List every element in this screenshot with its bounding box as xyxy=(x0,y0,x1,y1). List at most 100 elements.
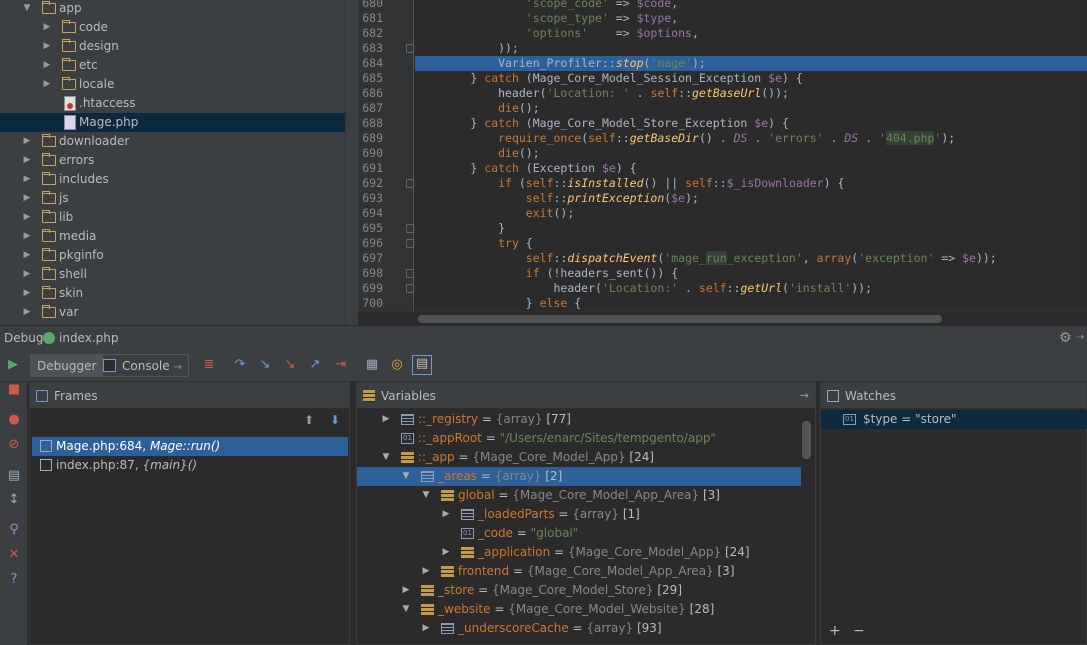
stop-icon[interactable]: ■ xyxy=(6,382,22,398)
code-line[interactable]: header('Location: ' . self::getBaseUrl()… xyxy=(415,86,1087,101)
fold-marker-icon[interactable] xyxy=(406,239,414,248)
collapsed-arrow-icon[interactable]: ▶ xyxy=(22,132,32,151)
collapsed-arrow-icon[interactable]: ▶ xyxy=(441,543,451,562)
collapsed-arrow-icon[interactable]: ▶ xyxy=(401,581,411,600)
code-editor[interactable]: 'scope_code' => $code, 'scope_type' => $… xyxy=(415,0,1087,311)
tree-item[interactable]: ▶ shell xyxy=(0,265,345,284)
close-icon[interactable]: ✕ xyxy=(6,547,22,563)
code-line[interactable]: )); xyxy=(415,41,1087,56)
code-line[interactable]: die(); xyxy=(415,101,1087,116)
variable-row[interactable]: ▶ _application = {Mage_Core_Model_App} [2… xyxy=(357,543,801,562)
code-line[interactable]: self::dispatchEvent('mage_run_exception'… xyxy=(415,251,1087,266)
variable-row[interactable]: ▼ global = {Mage_Core_Model_App_Area} [3] xyxy=(357,486,801,505)
variable-row[interactable]: ▶::_registry = {array} [77] xyxy=(357,410,801,429)
fold-marker-icon[interactable] xyxy=(406,284,414,293)
expanded-arrow-icon[interactable]: ▼ xyxy=(381,448,391,467)
tree-item[interactable]: ▶ design xyxy=(0,37,345,56)
collapsed-arrow-icon[interactable]: ▶ xyxy=(22,227,32,246)
expanded-arrow-icon[interactable]: ▼ xyxy=(401,467,411,486)
variable-row[interactable]: 01 _code = "global" xyxy=(357,524,801,543)
fold-marker-icon[interactable] xyxy=(406,269,414,278)
pin-icon[interactable]: ⇢ xyxy=(1076,326,1084,350)
code-line[interactable]: self::printException($e); xyxy=(415,191,1087,206)
code-line[interactable]: } else { xyxy=(415,296,1087,311)
tab-debugger[interactable]: Debugger xyxy=(30,354,104,377)
step-out-icon[interactable]: ↗ xyxy=(307,357,323,373)
tree-item[interactable]: .htaccess xyxy=(0,94,345,113)
collapsed-arrow-icon[interactable]: ▶ xyxy=(421,562,431,581)
code-line[interactable]: require_once(self::getBaseDir() . DS . '… xyxy=(415,131,1087,146)
code-line[interactable]: } xyxy=(415,221,1087,236)
expanded-arrow-icon[interactable]: ▼ xyxy=(22,0,32,18)
code-line[interactable]: 'options' => $options, xyxy=(415,26,1087,41)
watch-row[interactable]: 01 $type = "store" xyxy=(821,410,1087,429)
add-watch-button[interactable]: + xyxy=(829,623,841,639)
code-line[interactable]: if (self::isInstalled() || self::$_isDow… xyxy=(415,176,1087,191)
code-line[interactable]: Varien_Profiler::stop('mage'); xyxy=(415,56,1087,71)
variable-row[interactable]: ▼ _website = {Mage_Core_Model_Website} [2… xyxy=(357,600,801,619)
show-execution-point-icon[interactable]: ≣ xyxy=(201,357,217,373)
collapsed-arrow-icon[interactable]: ▶ xyxy=(42,37,52,56)
sort-icon[interactable]: ↕ xyxy=(6,492,22,508)
evaluate-expression-icon[interactable]: ▦ xyxy=(364,357,380,373)
collapsed-arrow-icon[interactable]: ▶ xyxy=(42,56,52,75)
tree-item[interactable]: ▶ includes xyxy=(0,170,345,189)
variable-row[interactable]: ▼::_app = {Mage_Core_Model_App} [24] xyxy=(357,448,801,467)
variable-row[interactable]: ▶ _underscoreCache = {array} [93] xyxy=(357,619,801,638)
variables-scrollbar-thumb[interactable] xyxy=(802,421,811,459)
code-line[interactable]: exit(); xyxy=(415,206,1087,221)
mute-breakpoints-icon[interactable]: ⊘ xyxy=(6,437,22,453)
code-line[interactable]: } catch (Exception $e) { xyxy=(415,161,1087,176)
collapsed-arrow-icon[interactable]: ▶ xyxy=(22,208,32,227)
code-line[interactable]: if (!headers_sent()) { xyxy=(415,266,1087,281)
up-arrow-icon[interactable]: ⬆ xyxy=(304,413,314,427)
tree-item[interactable]: ▶ errors xyxy=(0,151,345,170)
variable-row[interactable]: ▶ _loadedParts = {array} [1] xyxy=(357,505,801,524)
tree-item[interactable]: ▶ lib xyxy=(0,208,345,227)
code-line[interactable]: 'scope_code' => $code, xyxy=(415,0,1087,11)
step-into-icon[interactable]: ↘ xyxy=(257,357,273,373)
layout-toggle-icon[interactable]: ▤ xyxy=(412,355,432,375)
run-to-cursor-icon[interactable]: ⇥ xyxy=(333,357,349,373)
code-line[interactable]: } catch (Mage_Core_Model_Store_Exception… xyxy=(415,116,1087,131)
expanded-arrow-icon[interactable]: ▼ xyxy=(421,486,431,505)
tree-item[interactable]: ▶ downloader xyxy=(0,132,345,151)
tree-item[interactable]: ▶ etc xyxy=(0,56,345,75)
tree-item[interactable]: ▶ skin xyxy=(0,284,345,303)
variable-row[interactable]: ▶ _store = {Mage_Core_Model_Store} [29] xyxy=(357,581,801,600)
remove-watch-button[interactable]: − xyxy=(853,623,865,639)
variable-row[interactable]: 01::_appRoot = "/Users/enarc/Sites/tempg… xyxy=(357,429,801,448)
frame-row[interactable]: index.php:87, {main}() xyxy=(32,456,348,475)
tree-item[interactable]: Mage.php xyxy=(0,113,345,132)
view-breakpoints-icon[interactable]: ● xyxy=(6,412,22,428)
variable-row[interactable]: ▶ frontend = {Mage_Core_Model_App_Area} [… xyxy=(357,562,801,581)
code-line[interactable]: 'scope_type' => $type, xyxy=(415,11,1087,26)
force-step-into-icon[interactable]: ↘ xyxy=(282,357,298,373)
tree-item[interactable]: ▶ pkginfo xyxy=(0,246,345,265)
collapsed-arrow-icon[interactable]: ▶ xyxy=(42,18,52,37)
tree-item[interactable]: ▶ code xyxy=(0,18,345,37)
help-icon[interactable]: ? xyxy=(6,572,22,588)
tree-scrollbar[interactable] xyxy=(345,0,358,325)
editor-scroll-thumb[interactable] xyxy=(418,315,942,323)
expanded-arrow-icon[interactable]: ▼ xyxy=(401,600,411,619)
fold-marker-icon[interactable] xyxy=(406,224,414,233)
collapsed-arrow-icon[interactable]: ▶ xyxy=(381,410,391,429)
tree-item[interactable]: ▼ app xyxy=(0,0,345,18)
tree-item[interactable]: ▶ var xyxy=(0,303,345,322)
collapsed-arrow-icon[interactable]: ▶ xyxy=(42,75,52,94)
tree-item[interactable]: ▶ media xyxy=(0,227,345,246)
collapsed-arrow-icon[interactable]: ▶ xyxy=(22,284,32,303)
resume-icon[interactable]: ▶ xyxy=(5,357,21,373)
collapsed-arrow-icon[interactable]: ▶ xyxy=(22,170,32,189)
down-arrow-icon[interactable]: ⬇ xyxy=(330,413,340,427)
collapsed-arrow-icon[interactable]: ▶ xyxy=(441,505,451,524)
frame-row[interactable]: Mage.php:684, Mage::run() xyxy=(32,437,348,456)
tab-console[interactable]: Console → xyxy=(97,354,189,377)
settings-gear-icon[interactable]: ⚙ xyxy=(1059,326,1072,350)
collapsed-arrow-icon[interactable]: ▶ xyxy=(22,265,32,284)
code-line[interactable]: die(); xyxy=(415,146,1087,161)
tree-item[interactable]: ▶ locale xyxy=(0,75,345,94)
fold-marker-icon[interactable] xyxy=(406,179,414,188)
variable-row[interactable]: ▼ _areas = {array} [2] xyxy=(357,467,801,486)
